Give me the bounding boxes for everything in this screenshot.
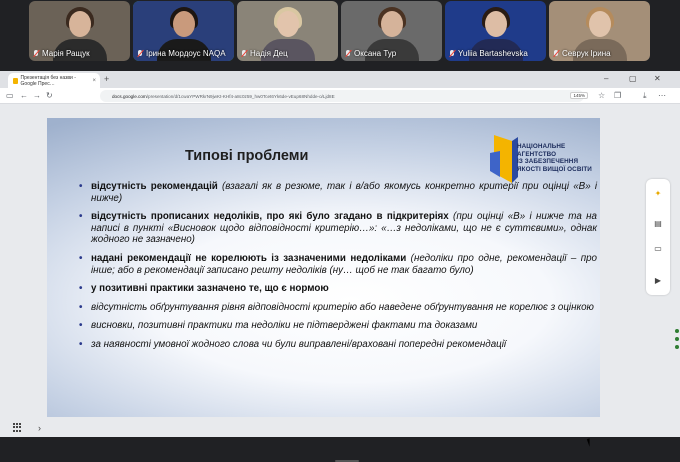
mic-off-icon (449, 49, 455, 58)
participant-name-label: Севрук Ірина (553, 49, 611, 58)
participant-tile[interactable]: Оксана Тур (341, 1, 442, 61)
participant-face (380, 11, 403, 37)
problem-bold-text: відсутність рекомендацій (91, 181, 218, 192)
problems-list: відсутність рекомендацій (взагалі як в р… (77, 181, 597, 358)
participant-tile[interactable]: Надія Дец (237, 1, 338, 61)
status-dots (675, 329, 679, 353)
participant-face (484, 11, 507, 37)
mouse-cursor-icon (586, 437, 596, 447)
participant-name: Оксана Тур (354, 49, 397, 58)
mic-off-icon (137, 49, 143, 58)
close-tab-icon[interactable]: × (92, 78, 96, 84)
problem-item: у позитивні практики зазначено те, що є … (77, 283, 597, 295)
participant-name: Ірина Мордоус NAQA (146, 49, 226, 58)
participant-tile[interactable]: Ірина Мордоус NAQA (133, 1, 234, 61)
slides-bottom-bar: › (0, 417, 680, 437)
problem-item: надані рекомендації не корелюють із зазн… (77, 253, 597, 276)
document-icon[interactable]: ▤ (653, 219, 663, 229)
participant-name-label: Yuliia Bartashevska (449, 49, 528, 58)
naqa-logo-text: НАЦІОНАЛЬНЕ АГЕНТСТВО ІЗ ЗАБЕЗПЕЧЕННЯ ЯКОСТ… (517, 143, 592, 173)
star-bookmark-icon[interactable]: ☆ (598, 91, 605, 100)
grid-view-icon[interactable] (13, 423, 22, 432)
address-bar[interactable]: docs.google.com/presentation/d/1cwaYPWRk… (100, 90, 584, 102)
back-arrow-icon[interactable]: ← (20, 91, 28, 100)
mic-off-icon (33, 49, 39, 58)
zoom-level[interactable]: 145% (570, 92, 588, 99)
problem-item: відсутність рекомендацій (взагалі як в р… (77, 181, 597, 204)
sidebar-toggle-icon[interactable]: ▭ (6, 91, 14, 100)
participant-tile[interactable]: Марія Ращук (29, 1, 130, 61)
side-panel: ✦ ▤ ▭ ▶ (646, 179, 670, 295)
problem-item: відсутність прописаних недоліків, про як… (77, 211, 597, 246)
logo-line: НАЦІОНАЛЬНЕ (517, 143, 566, 150)
problem-item: висновки, позитивні практики та недоліки… (77, 320, 597, 332)
problem-italic-text: відсутність обґрунтування рівня відповід… (91, 301, 594, 313)
slide-canvas: Типові проблеми НАЦІОНАЛЬНЕ АГЕНТСТВО ІЗ З… (47, 118, 600, 423)
tab-bar: Презентація без назви - Google Прес… × +… (0, 71, 680, 88)
browser-window: Презентація без назви - Google Прес… × +… (0, 71, 680, 462)
folder-icon[interactable]: ▭ (653, 244, 663, 254)
problem-italic-text: висновки, позитивні практики та недоліки… (91, 320, 478, 332)
problem-bold-text: у позитивні практики зазначено те, що є … (91, 283, 329, 295)
logo-line: АГЕНТСТВО (517, 150, 557, 158)
minimize-icon[interactable]: – (604, 74, 608, 83)
close-window-icon[interactable]: ✕ (654, 74, 661, 83)
video-participants-strip: Марія Ращук Ірина Мордоус NAQA Надія Дец Ок… (0, 0, 680, 66)
collections-icon[interactable]: ❐ (614, 91, 621, 100)
tab-presentation[interactable]: Презентація без назви - Google Прес… × (8, 73, 100, 88)
participant-name-label: Ірина Мордоус NAQA (137, 49, 226, 58)
slide-title: Типові проблеми (185, 148, 309, 164)
url-host: docs.google.com (112, 93, 147, 99)
problem-bold-text: надані рекомендації не корелюють із зазн… (91, 252, 407, 264)
participant-name-label: Марія Ращук (33, 49, 90, 58)
participant-face (172, 11, 195, 37)
maximize-icon[interactable]: ▢ (629, 74, 637, 83)
more-menu-icon[interactable]: ⋯ (658, 91, 666, 100)
participant-tile[interactable]: Севрук Ірина (549, 1, 650, 61)
participant-name: Надія Дец (250, 49, 288, 58)
participant-name-label: Оксана Тур (345, 49, 396, 58)
mic-off-icon (345, 49, 351, 58)
logo-line: ІЗ ЗАБЕЗПЕЧЕННЯ (517, 158, 579, 166)
participant-tile[interactable]: Yuliia Bartashevska (445, 1, 546, 61)
present-icon[interactable]: ▶ (653, 276, 663, 286)
new-tab-icon[interactable]: + (104, 74, 109, 84)
url-path: /presentation/d/1cwaYPWRkrN9jwKt-KHf4-a8… (146, 93, 335, 99)
slides-favicon-icon (13, 77, 18, 84)
participant-name: Севрук Ірина (562, 49, 611, 58)
mic-off-icon (553, 49, 559, 58)
mic-off-icon (241, 49, 247, 58)
participant-name: Yuliia Bartashevska (458, 49, 528, 58)
participant-face (68, 11, 91, 37)
presentation-viewport: Типові проблеми НАЦІОНАЛЬНЕ АГЕНТСТВО ІЗ З… (0, 104, 680, 462)
problem-item: відсутність обґрунтування рівня відповід… (77, 302, 597, 314)
participant-name: Марія Ращук (42, 49, 90, 58)
logo-line: ЯКОСТІ ВИЩОЇ ОСВІТИ (517, 165, 592, 173)
problem-italic-text: за наявності умовної жодного слова чи бу… (91, 338, 507, 350)
forward-arrow-icon[interactable]: → (33, 91, 41, 100)
participant-face (588, 11, 611, 37)
chevron-right-icon[interactable]: › (38, 423, 41, 433)
participant-face (276, 11, 299, 37)
problem-item: за наявності умовної жодного слова чи бу… (77, 339, 597, 351)
problem-bold-text: відсутність прописаних недоліків, про як… (91, 211, 449, 223)
tab-title: Презентація без назви - Google Прес… (20, 74, 76, 87)
download-icon[interactable]: ⤓ (643, 91, 647, 101)
browser-toolbar: ▭ ← → ↻ docs.google.com/presentation/d/1… (0, 88, 680, 104)
reload-icon[interactable]: ↻ (46, 91, 53, 100)
participant-name-label: Надія Дец (241, 49, 288, 58)
sparkle-icon[interactable]: ✦ (653, 189, 663, 199)
